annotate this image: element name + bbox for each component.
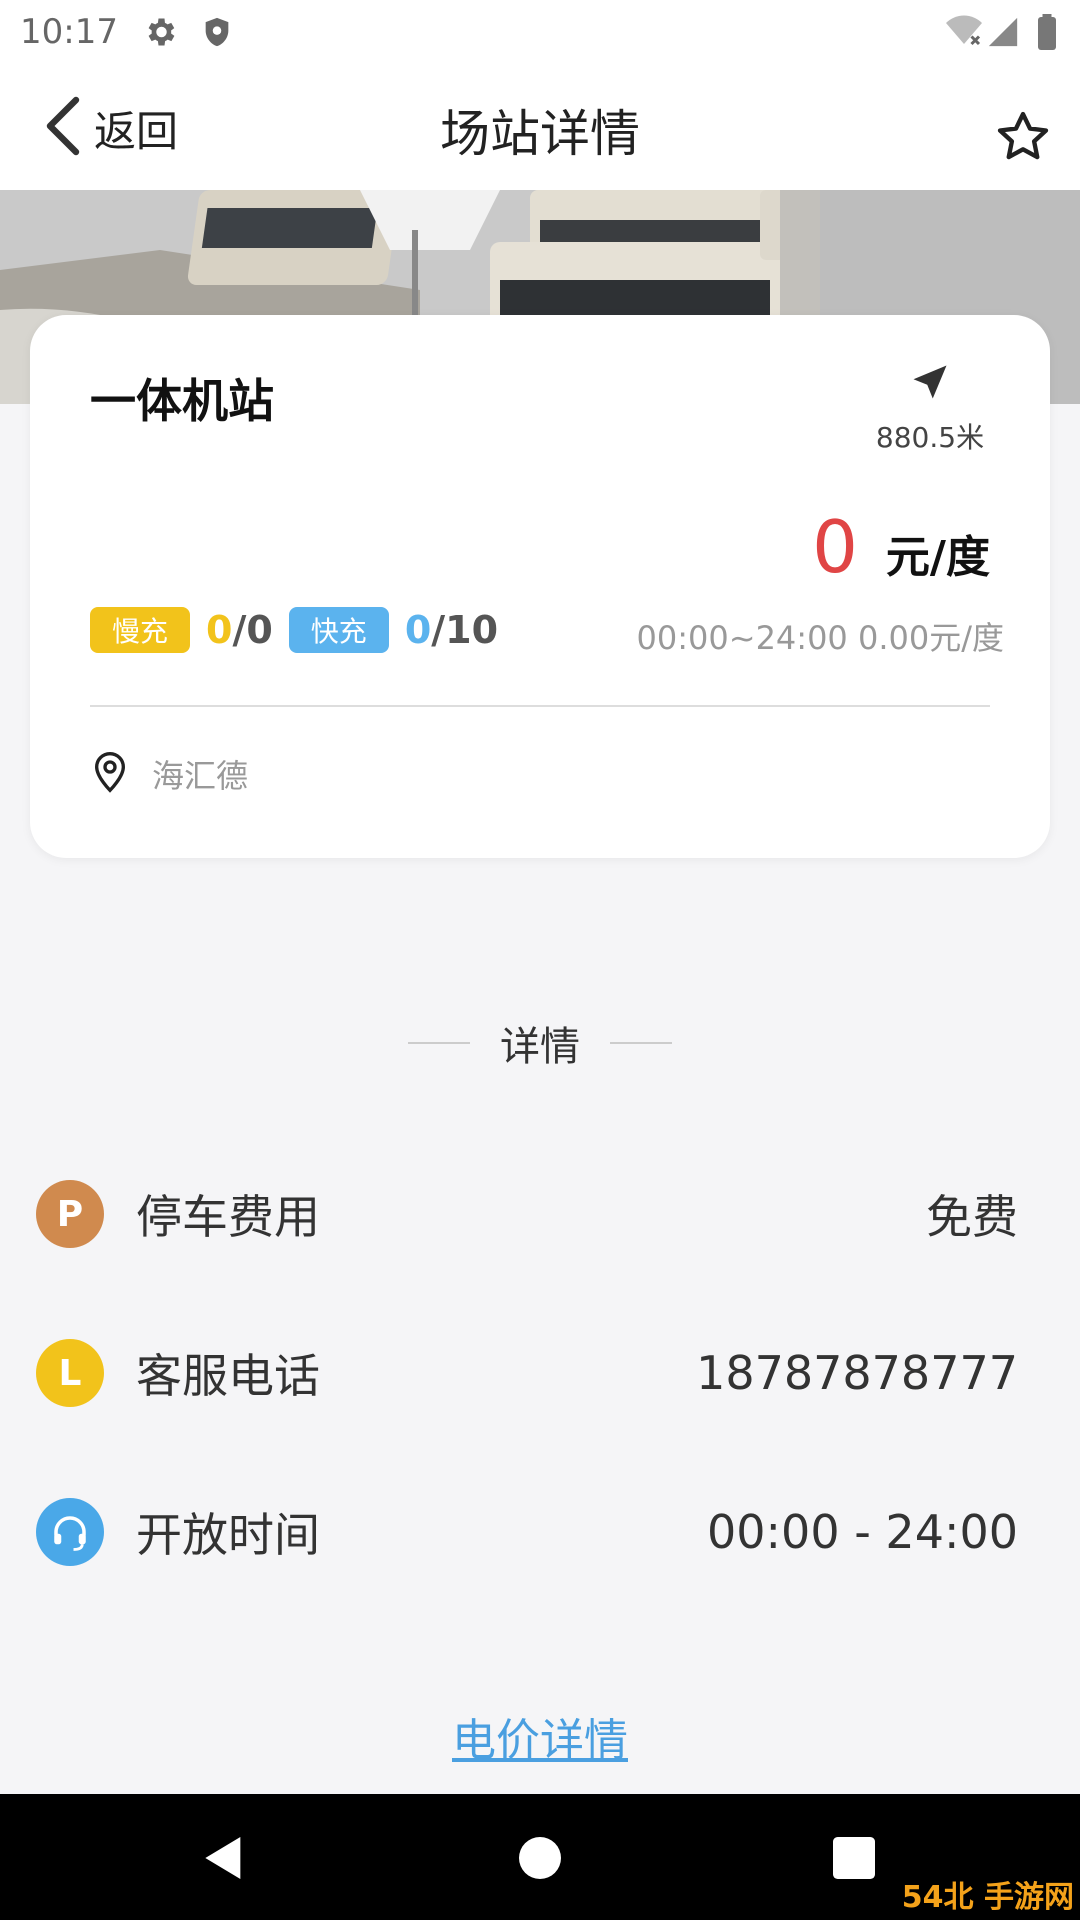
service-phone-row[interactable]: L 客服电话 18787878777 xyxy=(36,1337,1018,1409)
slow-charge-count: 0/0 xyxy=(206,608,273,652)
favorite-button[interactable] xyxy=(994,108,1054,168)
parking-fee-value: 免费 xyxy=(926,1190,1018,1244)
wifi-off-icon xyxy=(944,14,984,54)
period-price: 00:00~24:00 0.00元/度 xyxy=(636,619,1004,657)
parking-icon: P xyxy=(36,1180,104,1248)
address-text: 海汇德 xyxy=(152,757,249,795)
gear-icon xyxy=(142,14,178,54)
divider xyxy=(610,1042,672,1044)
slow-available: 0 xyxy=(206,608,233,652)
home-nav-button[interactable] xyxy=(512,1830,568,1886)
watermark: 54北 手游网 xyxy=(901,1880,1074,1915)
fast-charge-tag: 快充 xyxy=(288,607,389,653)
details-heading: 详情 xyxy=(500,1024,580,1070)
slow-charge-tag: 慢充 xyxy=(90,607,191,653)
shield-icon xyxy=(200,14,234,54)
signal-icon xyxy=(986,14,1020,54)
phone-icon: L xyxy=(36,1339,104,1407)
headset-icon xyxy=(36,1498,104,1566)
app-header: 返回 场站详情 xyxy=(0,64,1080,190)
fast-charge-count: 0/10 xyxy=(405,608,498,652)
station-name: 一体机站 xyxy=(90,374,274,428)
page-title: 场站详情 xyxy=(440,105,640,163)
recents-nav-button[interactable] xyxy=(826,1830,882,1886)
navigation-arrow-icon xyxy=(908,365,952,408)
details-section-title: 详情 xyxy=(0,1014,1080,1072)
location-pin-icon xyxy=(90,750,130,798)
price-details-link[interactable]: 电价详情 xyxy=(0,1704,1080,1768)
open-hours-row: 开放时间 00:00 - 24:00 xyxy=(36,1496,1018,1568)
address-row[interactable]: 海汇德 xyxy=(90,750,248,798)
fast-total: /10 xyxy=(431,608,499,652)
open-hours-value: 00:00 - 24:00 xyxy=(707,1505,1018,1559)
system-nav-bar: 54北 手游网 xyxy=(0,1794,1080,1920)
divider xyxy=(90,705,990,707)
distance-text: 880.5米 xyxy=(875,421,985,454)
station-card: 一体机站 880.5米 0 元/度 慢充 0/0 快充 0/10 00:00~2… xyxy=(30,315,1050,858)
service-phone-value[interactable]: 18787878777 xyxy=(696,1346,1018,1400)
back-nav-button[interactable] xyxy=(196,1830,252,1886)
parking-fee-label: 停车费用 xyxy=(136,1190,320,1244)
fast-available: 0 xyxy=(404,608,432,652)
price-value: 0 xyxy=(812,505,858,589)
slow-total: /0 xyxy=(232,608,273,652)
price-row: 0 元/度 xyxy=(812,505,990,589)
navigate-button[interactable]: 880.5米 xyxy=(870,360,990,456)
status-bar: 10:17 xyxy=(0,0,1080,64)
service-phone-label: 客服电话 xyxy=(136,1349,320,1403)
battery-icon xyxy=(1036,14,1058,54)
open-hours-label: 开放时间 xyxy=(136,1508,320,1562)
status-time: 10:17 xyxy=(20,12,118,52)
charger-counts: 慢充 0/0 快充 0/10 xyxy=(90,607,514,653)
divider xyxy=(408,1042,470,1044)
parking-fee-row: P 停车费用 免费 xyxy=(36,1178,1018,1250)
star-outline-icon xyxy=(994,111,1052,170)
price-unit: 元/度 xyxy=(885,532,990,583)
